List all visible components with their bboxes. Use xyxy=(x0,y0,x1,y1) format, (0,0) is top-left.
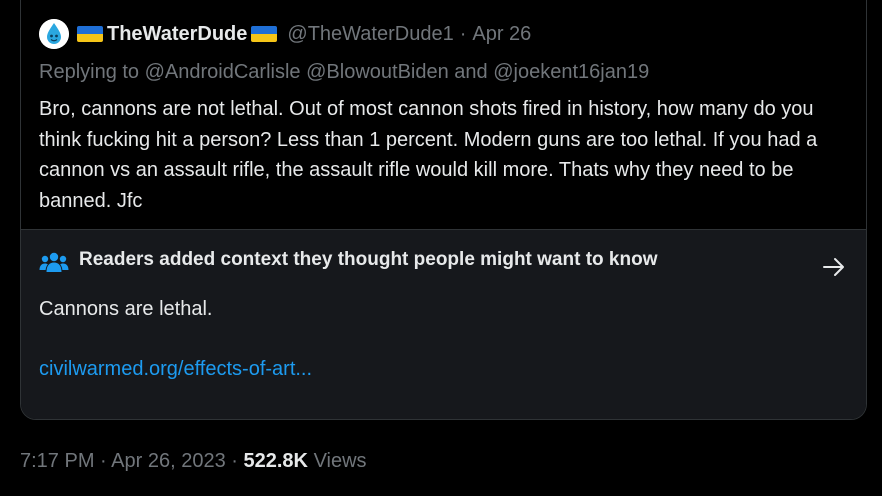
tweet-date[interactable]: Apr 26 xyxy=(472,23,531,46)
community-note[interactable]: Readers added context they thought peopl… xyxy=(21,229,866,419)
reply-context: Replying to @AndroidCarlisle @BlowoutBid… xyxy=(39,61,649,84)
water-drop-avatar-icon xyxy=(39,19,69,49)
reply-prefix: Replying to xyxy=(39,61,140,83)
ukraine-flag-icon xyxy=(77,26,103,42)
quoted-tweet-card[interactable]: TheWaterDude @TheWaterDude1 · Apr 26 Rep… xyxy=(20,0,867,420)
separator-dot: · xyxy=(459,22,467,45)
tweet-full-date[interactable]: Apr 26, 2023 xyxy=(111,450,226,472)
note-source-link[interactable]: civilwarmed.org/effects-of-art... xyxy=(39,358,312,381)
reply-mention[interactable]: @joekent16jan19 xyxy=(493,61,649,83)
reply-mention[interactable]: @AndroidCarlisle xyxy=(145,61,301,83)
tweet-time[interactable]: 7:17 PM xyxy=(20,450,94,472)
tweet-content: TheWaterDude @TheWaterDude1 · Apr 26 Rep… xyxy=(21,0,866,229)
avatar[interactable] xyxy=(39,19,69,49)
note-body: Cannons are lethal. xyxy=(39,298,213,320)
tweet-text: Bro, cannons are not lethal. Out of most… xyxy=(39,98,818,212)
tweet-header: TheWaterDude @TheWaterDude1 · Apr 26 xyxy=(39,19,531,49)
user-handle[interactable]: @TheWaterDude1 xyxy=(287,23,453,46)
views-count: 522.8K xyxy=(243,450,309,472)
note-title: Readers added context they thought peopl… xyxy=(79,249,658,270)
arrow-right-icon[interactable] xyxy=(822,256,846,278)
tweet-meta: 7:17 PM · Apr 26, 2023 · 522.8K Views xyxy=(20,450,367,473)
separator-dot: · xyxy=(100,450,107,472)
ukraine-flag-icon xyxy=(251,26,278,42)
reply-mention[interactable]: @BlowoutBiden xyxy=(306,61,449,83)
people-icon xyxy=(39,252,69,272)
reply-conjunction: and xyxy=(454,61,488,83)
separator-dot: · xyxy=(231,450,238,472)
display-name[interactable]: TheWaterDude xyxy=(107,23,247,46)
views-label: Views xyxy=(313,450,367,472)
